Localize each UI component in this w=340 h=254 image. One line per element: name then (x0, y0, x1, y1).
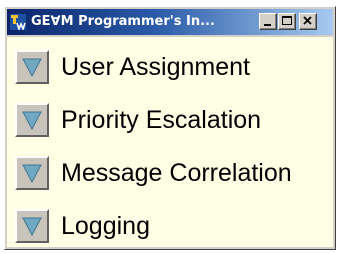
minimize-icon (264, 24, 271, 26)
menu-button[interactable] (15, 156, 49, 190)
menu-button[interactable] (15, 209, 49, 243)
close-icon (303, 16, 312, 25)
menu-item-logging[interactable]: Logging (15, 206, 333, 250)
window-title: GE∀M Programmer's In... (31, 14, 215, 29)
menu-item-user-assignment[interactable]: User Assignment (15, 47, 333, 91)
triangle-down-icon (22, 164, 42, 184)
maximize-icon (282, 16, 292, 25)
maximize-button[interactable] (278, 13, 296, 30)
menu-item-label: User Assignment (61, 53, 250, 81)
minimize-button[interactable] (259, 13, 277, 30)
menu-button[interactable] (15, 50, 49, 84)
close-button[interactable] (299, 13, 317, 30)
title-bar[interactable]: GE∀M Programmer's In... (7, 9, 333, 35)
triangle-down-icon (22, 58, 42, 78)
triangle-down-icon (22, 111, 42, 131)
menu-item-priority-escalation[interactable]: Priority Escalation (15, 100, 333, 144)
menu-item-label: Message Correlation (61, 159, 292, 187)
app-logo-icon[interactable] (10, 14, 26, 32)
menu-item-message-correlation[interactable]: Message Correlation (15, 153, 333, 197)
menu-button[interactable] (15, 103, 49, 137)
menu-item-label: Priority Escalation (61, 106, 262, 134)
app-window: GE∀M Programmer's In... User Assignment … (4, 6, 336, 250)
triangle-down-icon (22, 217, 42, 237)
menu-panel: User Assignment Priority Escalation Mess… (7, 37, 333, 247)
menu-item-label: Logging (61, 212, 150, 240)
